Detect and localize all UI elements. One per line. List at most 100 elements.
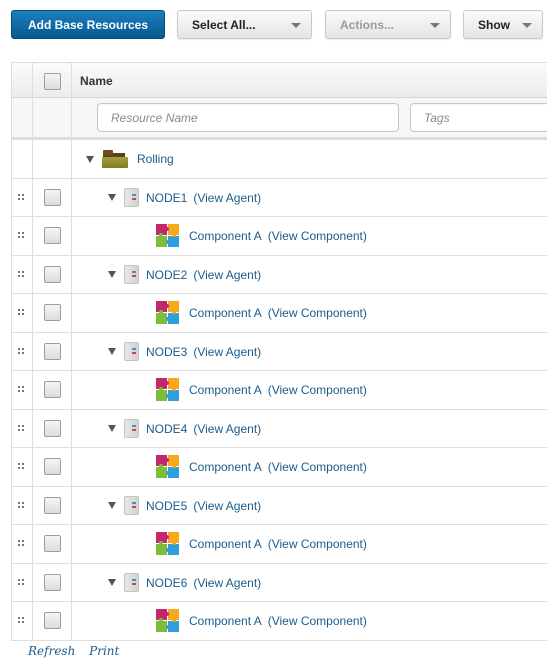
agent-name-link[interactable]: NODE6 [146,576,187,590]
table-row-component: Component A (View Component) [11,448,547,487]
drag-handle-icon[interactable] [17,385,25,394]
agent-name-link[interactable]: NODE5 [146,499,187,513]
collapse-triangle-icon[interactable] [108,271,116,278]
agent-name-link[interactable]: NODE2 [146,268,187,282]
drag-handle-icon[interactable] [17,423,25,433]
check-cell [33,371,72,409]
table-header-row: Name [11,62,547,98]
row-checkbox[interactable] [44,419,61,437]
view-agent-link[interactable]: (View Agent) [193,345,261,359]
select-all-dropdown[interactable]: Select All... [177,10,312,39]
component-name-link[interactable]: Component A [189,383,262,397]
agent-icon [124,419,139,438]
component-name-link[interactable]: Component A [189,537,262,551]
drag-handle-icon[interactable] [17,308,25,317]
drag-handle-icon[interactable] [17,577,25,587]
filter-drag-cell [11,98,33,137]
drag-handle-icon[interactable] [17,346,25,356]
add-base-resources-label: Add Base Resources [27,17,149,32]
drag-cell [11,602,33,640]
row-checkbox[interactable] [44,304,61,321]
row-checkbox[interactable] [44,342,61,360]
name-cell: NODE5 (View Agent) [72,487,547,525]
drag-handle-icon[interactable] [17,192,25,202]
view-component-link[interactable]: (View Component) [268,383,367,397]
table-row-agent: NODE2 (View Agent) [11,255,547,294]
drag-cell [11,563,33,601]
view-component-link[interactable]: (View Component) [268,614,367,628]
name-cell: Component A (View Component) [72,448,547,486]
collapse-triangle-icon[interactable] [108,194,116,201]
chevron-down-icon [430,23,440,28]
table-row-agent: NODE3 (View Agent) [11,332,547,371]
component-name-link[interactable]: Component A [189,460,262,474]
agent-name-link[interactable]: NODE1 [146,191,187,205]
table-row-component: Component A (View Component) [11,294,547,333]
collapse-triangle-icon[interactable] [108,348,116,355]
collapse-triangle-icon[interactable] [108,502,116,509]
drag-handle-icon[interactable] [17,462,25,471]
drag-cell [11,409,33,447]
row-checkbox[interactable] [44,458,61,475]
collapse-triangle-icon[interactable] [108,579,116,586]
view-agent-link[interactable]: (View Agent) [193,422,261,436]
view-component-link[interactable]: (View Component) [268,229,367,243]
print-link[interactable]: Print [89,644,119,658]
name-column-label: Name [80,74,113,88]
collapse-triangle-icon[interactable] [86,155,94,163]
grid-border [11,62,12,641]
component-name-link[interactable]: Component A [189,614,262,628]
row-checkbox[interactable] [44,188,61,206]
view-component-link[interactable]: (View Component) [268,460,367,474]
table-row-agent: NODE6 (View Agent) [11,563,547,602]
drag-cell [11,294,33,332]
drag-handle-icon[interactable] [17,231,25,240]
row-checkbox[interactable] [44,612,61,629]
row-checkbox[interactable] [44,381,61,398]
name-column-header[interactable]: Name [72,63,547,97]
select-all-checkbox[interactable] [44,73,61,90]
drag-handle-icon[interactable] [17,500,25,510]
resource-name-filter-input[interactable] [97,103,399,132]
row-checkbox[interactable] [44,265,61,283]
footer-links: Refresh Print [28,644,129,658]
drag-handle-icon[interactable] [17,616,25,625]
drag-cell [11,332,33,370]
agent-icon [124,573,139,592]
actions-dropdown[interactable]: Actions... [325,10,451,39]
agent-name-link[interactable]: NODE4 [146,422,187,436]
component-name-link[interactable]: Component A [189,306,262,320]
drag-handle-icon[interactable] [17,539,25,548]
agent-icon [124,496,139,515]
table-row-component: Component A (View Component) [11,217,547,256]
row-checkbox[interactable] [44,496,61,514]
drag-cell [11,140,33,178]
view-agent-link[interactable]: (View Agent) [193,576,261,590]
add-base-resources-button[interactable]: Add Base Resources [11,10,165,39]
filter-check-cell [33,98,72,137]
agent-icon [124,342,139,361]
collapse-triangle-icon[interactable] [108,425,116,432]
view-agent-link[interactable]: (View Agent) [193,499,261,513]
agent-name-link[interactable]: NODE3 [146,345,187,359]
component-puzzle-icon [156,378,180,402]
view-agent-link[interactable]: (View Agent) [193,191,261,205]
group-link-rolling[interactable]: Rolling [137,152,174,166]
row-checkbox[interactable] [44,573,61,591]
name-cell: Component A (View Component) [72,371,547,409]
show-dropdown[interactable]: Show [463,10,543,39]
component-name-link[interactable]: Component A [189,229,262,243]
chevron-down-icon [522,23,532,28]
view-component-link[interactable]: (View Component) [268,306,367,320]
row-checkbox[interactable] [44,535,61,552]
view-component-link[interactable]: (View Component) [268,537,367,551]
component-puzzle-icon [156,455,180,479]
refresh-link[interactable]: Refresh [28,644,75,658]
drag-handle-icon[interactable] [17,269,25,279]
table-row-agent: NODE4 (View Agent) [11,409,547,448]
name-cell: NODE1 (View Agent) [72,179,547,217]
row-checkbox[interactable] [44,227,61,244]
tags-filter-input[interactable] [410,103,547,132]
check-cell [33,525,72,563]
view-agent-link[interactable]: (View Agent) [193,268,261,282]
